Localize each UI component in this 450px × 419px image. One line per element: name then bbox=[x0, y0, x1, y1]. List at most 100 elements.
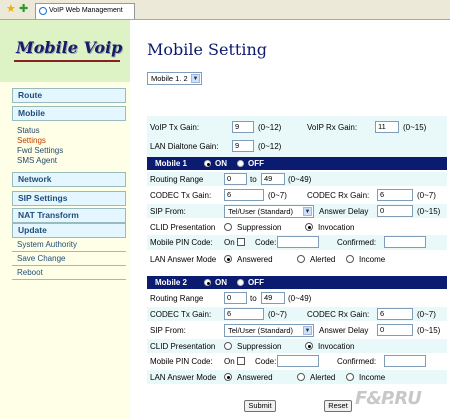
mobile2-title: Mobile 2 bbox=[155, 278, 188, 287]
mobile2-codec-tx-input[interactable]: 6 bbox=[224, 308, 264, 320]
mobile2-clid-label: CLID Presentation bbox=[150, 342, 216, 351]
nav-update[interactable]: Update bbox=[12, 223, 126, 238]
mobile2-answer-delay-range: (0~15) bbox=[417, 326, 441, 335]
lan-dialtone-range: (0~12) bbox=[258, 142, 282, 151]
nav-mobile-status[interactable]: Status bbox=[17, 126, 40, 136]
voip-tx-input[interactable]: 9 bbox=[232, 121, 254, 133]
reset-button[interactable]: Reset bbox=[324, 400, 352, 412]
mobile2-routing-to[interactable]: 49 bbox=[261, 292, 285, 304]
voip-rx-input[interactable]: 11 bbox=[375, 121, 399, 133]
mobile1-clid-row: CLID Presentation Suppression Invocation bbox=[147, 220, 447, 234]
mobile2-pin-row: Mobile PIN Code: On Code: Confirmed: bbox=[147, 354, 447, 369]
nav-system-authority[interactable]: System Authority bbox=[12, 239, 126, 252]
mobile2-pin-checkbox[interactable] bbox=[237, 357, 245, 365]
mobile2-income-label: Income bbox=[359, 373, 386, 382]
mobile2-answer-delay-input[interactable]: 0 bbox=[377, 324, 413, 336]
mobile2-codec-tx-label: CODEC Tx Gain: bbox=[150, 310, 212, 319]
nav-route[interactable]: Route bbox=[12, 88, 126, 103]
mobile2-confirmed-input[interactable] bbox=[384, 355, 426, 367]
mobile2-sip-row: SIP From: Tel/User (Standard) ▼ Answer D… bbox=[147, 323, 447, 337]
nav-nat-transform[interactable]: NAT Transform bbox=[12, 208, 126, 223]
mobile2-sip-from-select[interactable]: Tel/User (Standard) ▼ bbox=[224, 324, 314, 337]
mobile2-invocation-radio[interactable] bbox=[305, 342, 313, 350]
nav-mobile-fwd-settings[interactable]: Fwd Settings bbox=[17, 146, 63, 156]
mobile2-codec-rx-label: CODEC Rx Gain: bbox=[307, 310, 370, 319]
mobile2-code-label: Code: bbox=[255, 357, 277, 366]
mobile2-on-radio[interactable] bbox=[204, 279, 211, 286]
mobile1-routing-row: Routing Range 0 to 49 (0~49) bbox=[147, 172, 447, 186]
mobile1-routing-label: Routing Range bbox=[150, 175, 204, 184]
browser-tabbar: ★ ✚ VoIP Web Management bbox=[0, 0, 450, 20]
mobile2-income-radio[interactable] bbox=[346, 373, 354, 381]
add-favorite-icon[interactable]: ✚ bbox=[19, 3, 28, 15]
mobile1-sip-from-label: SIP From: bbox=[150, 207, 186, 216]
mobile2-codec-rx-input[interactable]: 6 bbox=[377, 308, 413, 320]
mobile2-header: Mobile 2 ON OFF bbox=[147, 276, 447, 289]
mobile2-suppression-radio[interactable] bbox=[224, 342, 232, 350]
lan-dialtone-input[interactable]: 9 bbox=[232, 140, 254, 152]
mobile2-alerted-label: Alerted bbox=[310, 373, 336, 382]
nav-network[interactable]: Network bbox=[12, 172, 126, 187]
mobile1-suppression-label: Suppression bbox=[237, 223, 282, 232]
mobile1-answer-delay-range: (0~15) bbox=[417, 207, 441, 216]
mobile1-codec-tx-range: (0~7) bbox=[268, 191, 287, 200]
mobile1-pin-label: Mobile PIN Code: bbox=[150, 238, 213, 247]
mobile1-off-label: OFF bbox=[248, 159, 264, 168]
mobile2-code-input[interactable] bbox=[277, 355, 319, 367]
mobile1-sip-from-select[interactable]: Tel/User (Standard) ▼ bbox=[224, 205, 314, 218]
logo: Mobile Voip bbox=[16, 38, 123, 57]
mobile1-invocation-radio[interactable] bbox=[305, 223, 313, 231]
favorites-star-icon[interactable]: ★ bbox=[6, 3, 16, 15]
mobile2-sip-from-label: SIP From: bbox=[150, 326, 186, 335]
mobile2-off-label: OFF bbox=[248, 278, 264, 287]
nav-sip-settings[interactable]: SIP Settings bbox=[12, 191, 126, 206]
mobile2-on-label: ON bbox=[215, 278, 227, 287]
mobile1-income-radio[interactable] bbox=[346, 255, 354, 263]
mobile1-code-label: Code: bbox=[255, 238, 277, 247]
mobile1-codec-row: CODEC Tx Gain: 6 (0~7) CODEC Rx Gain: 6 … bbox=[147, 188, 447, 202]
nav-save-change[interactable]: Save Change bbox=[12, 253, 126, 266]
mobile1-alerted-radio[interactable] bbox=[297, 255, 305, 263]
mobile1-answer-delay-input[interactable]: 0 bbox=[377, 205, 413, 217]
nav-mobile[interactable]: Mobile bbox=[12, 106, 126, 121]
voip-tx-label: VoIP Tx Gain: bbox=[150, 123, 200, 132]
mobile1-routing-to[interactable]: 49 bbox=[261, 173, 285, 185]
mobile2-off-radio[interactable] bbox=[237, 279, 244, 286]
mobile2-answer-mode-label: LAN Answer Mode bbox=[150, 373, 217, 382]
mobile1-codec-tx-input[interactable]: 6 bbox=[224, 189, 264, 201]
browser-tab[interactable]: VoIP Web Management bbox=[35, 3, 135, 19]
mobile1-off-radio[interactable] bbox=[237, 160, 244, 167]
voip-rx-range: (0~15) bbox=[403, 123, 427, 132]
submit-button[interactable]: Submit bbox=[244, 400, 276, 412]
mobile1-invocation-label: Invocation bbox=[318, 223, 355, 232]
mobile2-routing-from[interactable]: 0 bbox=[224, 292, 247, 304]
mobile2-codec-tx-range: (0~7) bbox=[268, 310, 287, 319]
mobile-select[interactable]: Mobile 1. 2 ▼ bbox=[147, 72, 202, 85]
logo-underline bbox=[14, 60, 120, 62]
mobile2-routing-row: Routing Range 0 to 49 (0~49) bbox=[147, 291, 447, 305]
nav-mobile-settings[interactable]: Settings bbox=[17, 136, 46, 146]
mobile2-alerted-radio[interactable] bbox=[297, 373, 305, 381]
mobile1-answered-radio[interactable] bbox=[224, 255, 232, 263]
mobile1-code-input[interactable] bbox=[277, 236, 319, 248]
mobile1-confirmed-input[interactable] bbox=[384, 236, 426, 248]
mobile2-suppression-label: Suppression bbox=[237, 342, 282, 351]
mobile2-routing-to-label: to bbox=[250, 294, 257, 303]
mobile1-routing-to-label: to bbox=[250, 175, 257, 184]
mobile2-answer-mode-row: LAN Answer Mode Answered Alerted Income bbox=[147, 370, 447, 384]
sidebar: Mobile Voip Route Mobile Status Settings… bbox=[0, 20, 130, 419]
mobile1-routing-from[interactable]: 0 bbox=[224, 173, 247, 185]
gain-section: VoIP Tx Gain: 9 (0~12) VoIP Rx Gain: 11 … bbox=[147, 116, 447, 162]
mobile1-answer-mode-row: LAN Answer Mode Answered Alerted Income bbox=[147, 252, 447, 266]
mobile1-codec-rx-input[interactable]: 6 bbox=[377, 189, 413, 201]
mobile1-pin-checkbox[interactable] bbox=[237, 238, 245, 246]
mobile2-answered-radio[interactable] bbox=[224, 373, 232, 381]
chevron-down-icon: ▼ bbox=[303, 326, 312, 335]
mobile1-on-radio[interactable] bbox=[204, 160, 211, 167]
nav-reboot[interactable]: Reboot bbox=[12, 267, 126, 280]
voip-rx-label: VoIP Rx Gain: bbox=[307, 123, 358, 132]
mobile1-answered-label: Answered bbox=[237, 255, 273, 264]
nav-mobile-sms-agent[interactable]: SMS Agent bbox=[17, 156, 57, 166]
mobile1-suppression-radio[interactable] bbox=[224, 223, 232, 231]
mobile1-sip-from-value: Tel/User (Standard) bbox=[228, 207, 294, 216]
